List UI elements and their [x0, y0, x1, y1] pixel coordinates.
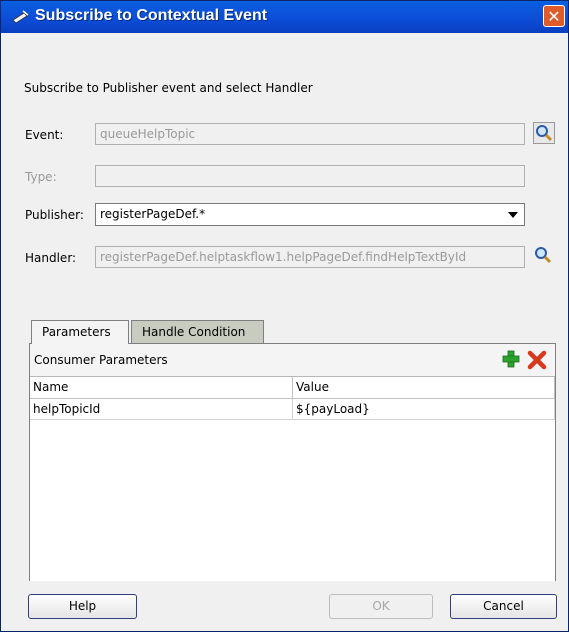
app-icon — [12, 10, 29, 24]
help-button[interactable]: Help — [28, 594, 137, 619]
parameters-panel: Consumer Parameters Name Value helpTopic… — [29, 343, 556, 581]
event-label: Event: — [25, 128, 64, 142]
close-button[interactable]: ✕ — [543, 5, 565, 27]
column-header-value[interactable]: Value — [293, 377, 555, 399]
search-icon — [536, 125, 553, 142]
tab-handle-condition[interactable]: Handle Condition — [131, 320, 264, 344]
add-icon[interactable] — [502, 350, 520, 368]
dialog-title: Subscribe to Contextual Event — [35, 7, 268, 24]
title-bar[interactable]: Subscribe to Contextual Event ✕ — [1, 1, 568, 33]
type-label: Type: — [25, 170, 57, 184]
handler-label: Handler: — [25, 251, 77, 265]
handler-field: registerPageDef.helptaskflow1.helpPageDe… — [95, 246, 525, 268]
consumer-parameters-header: Consumer Parameters — [30, 344, 555, 374]
dialog-instructions: Subscribe to Publisher event and select … — [24, 81, 313, 95]
publisher-value: registerPageDef.* — [100, 207, 206, 221]
publisher-label: Publisher: — [25, 208, 84, 222]
publisher-select[interactable]: registerPageDef.* — [95, 203, 525, 226]
column-header-name[interactable]: Name — [30, 377, 293, 399]
type-field — [95, 165, 525, 187]
parameters-table: Name Value helpTopicId ${payLoad} — [30, 376, 555, 581]
table-cell-name[interactable]: helpTopicId — [30, 399, 293, 420]
tab-parameters[interactable]: Parameters — [31, 320, 129, 344]
consumer-parameters-title: Consumer Parameters — [34, 353, 168, 367]
search-icon — [535, 247, 552, 264]
cancel-button[interactable]: Cancel — [450, 594, 557, 619]
subscribe-dialog: Subscribe to Contextual Event ✕ Subscrib… — [0, 0, 569, 632]
table-cell-value[interactable]: ${payLoad} — [293, 399, 555, 420]
dropdown-arrow-icon — [508, 212, 518, 218]
handler-search-button[interactable] — [533, 245, 555, 267]
delete-icon[interactable] — [527, 350, 547, 370]
close-icon: ✕ — [547, 7, 561, 26]
ok-button[interactable]: OK — [329, 594, 433, 619]
event-search-button[interactable] — [533, 122, 555, 144]
event-field: queueHelpTopic — [95, 123, 525, 145]
